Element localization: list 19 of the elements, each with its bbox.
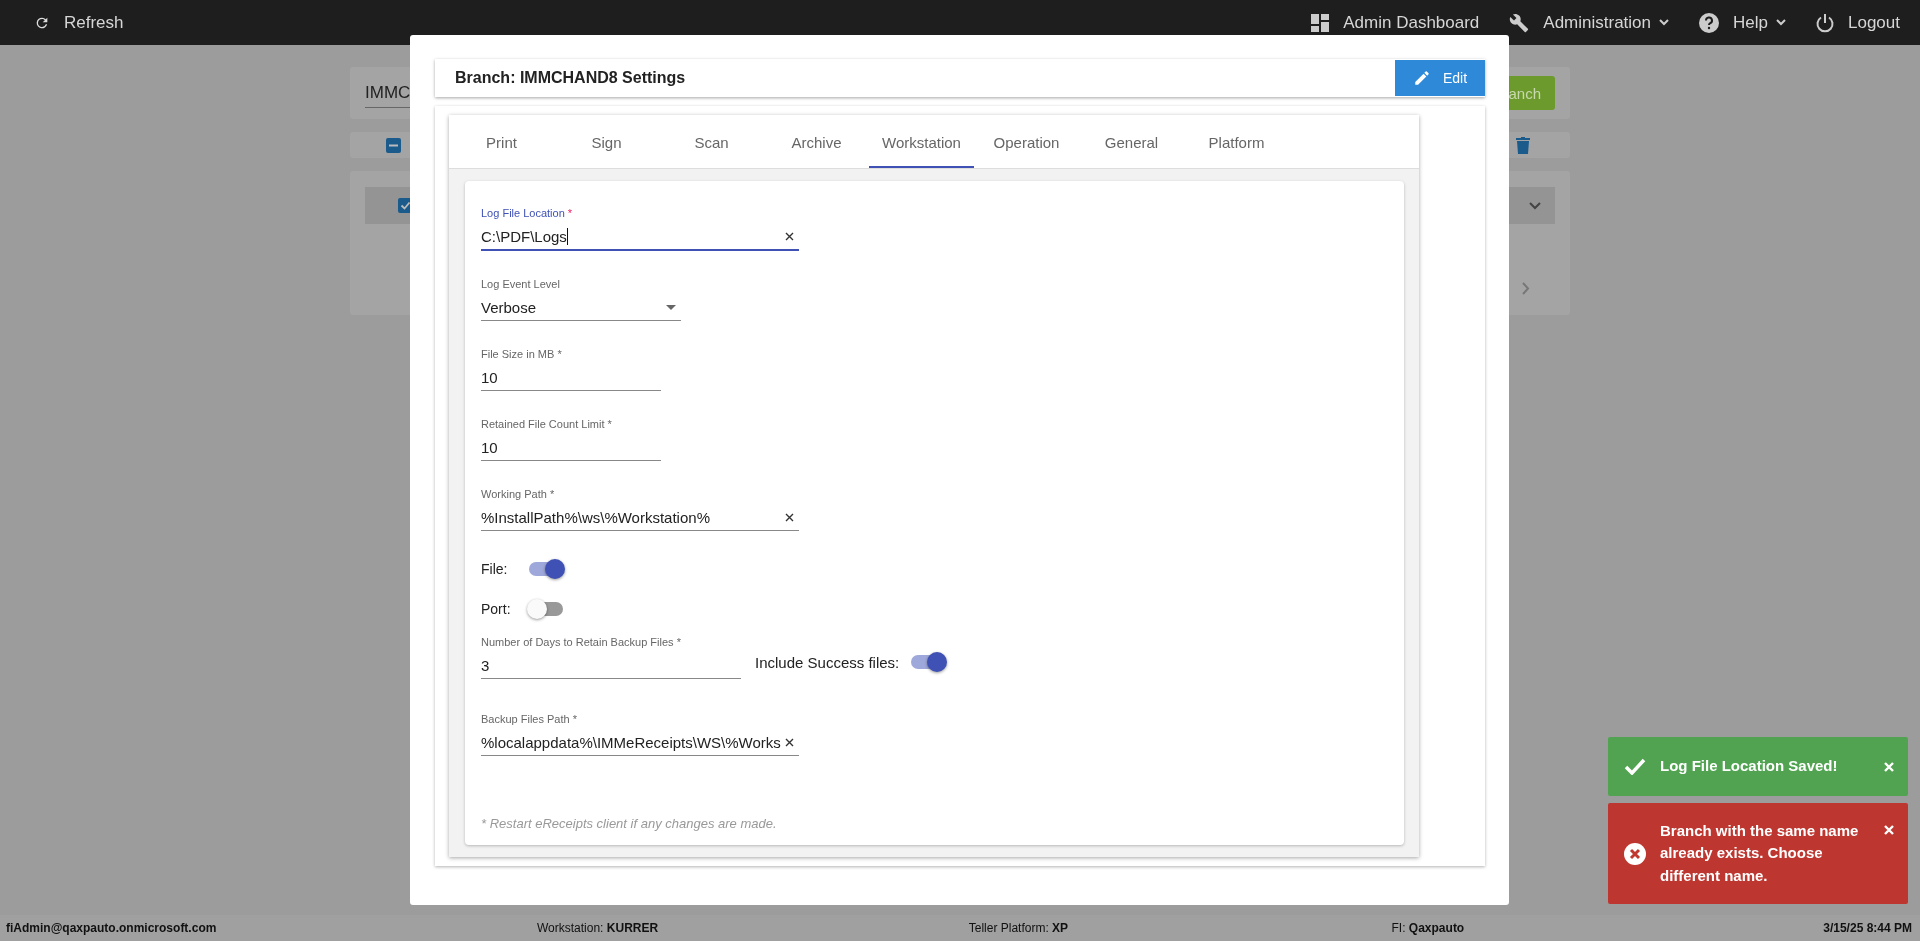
field-label: Number of Days to Retain Backup Files * xyxy=(481,636,682,648)
field-label: Retained File Count Limit * xyxy=(481,418,613,430)
toggle-label: File: xyxy=(481,561,509,577)
field-label: File Size in MB * xyxy=(481,348,563,360)
field-label: Working Path * xyxy=(481,488,556,500)
dialog-title: Branch: IMMCHAND8 Settings xyxy=(455,69,686,87)
status-item: Workstation: KURRER xyxy=(537,921,660,935)
field-label: Backup Files Path * xyxy=(481,713,578,725)
toggle-label: Include Success files: xyxy=(755,654,900,671)
user-email: fiAdmin@qaxpauto.onmicrosoft.com xyxy=(6,921,218,935)
field-label: Log File Location * xyxy=(481,207,574,219)
status-item: Teller Platform: XP xyxy=(968,921,1070,935)
restart-note: * Restart eReceipts client if any changes are made. xyxy=(481,816,778,831)
field-label: Log Event Level xyxy=(481,278,561,290)
date-time: 3/15/25 8:44 PM xyxy=(1823,921,1912,935)
toggle-label: Port: xyxy=(481,601,509,617)
status-item: FI: Qaxpauto xyxy=(1391,921,1466,935)
toast-message: Log File Location Saved! xyxy=(1660,756,1839,777)
toast-message: Branch with the same name already exists. Choose different name. xyxy=(1660,820,1860,886)
